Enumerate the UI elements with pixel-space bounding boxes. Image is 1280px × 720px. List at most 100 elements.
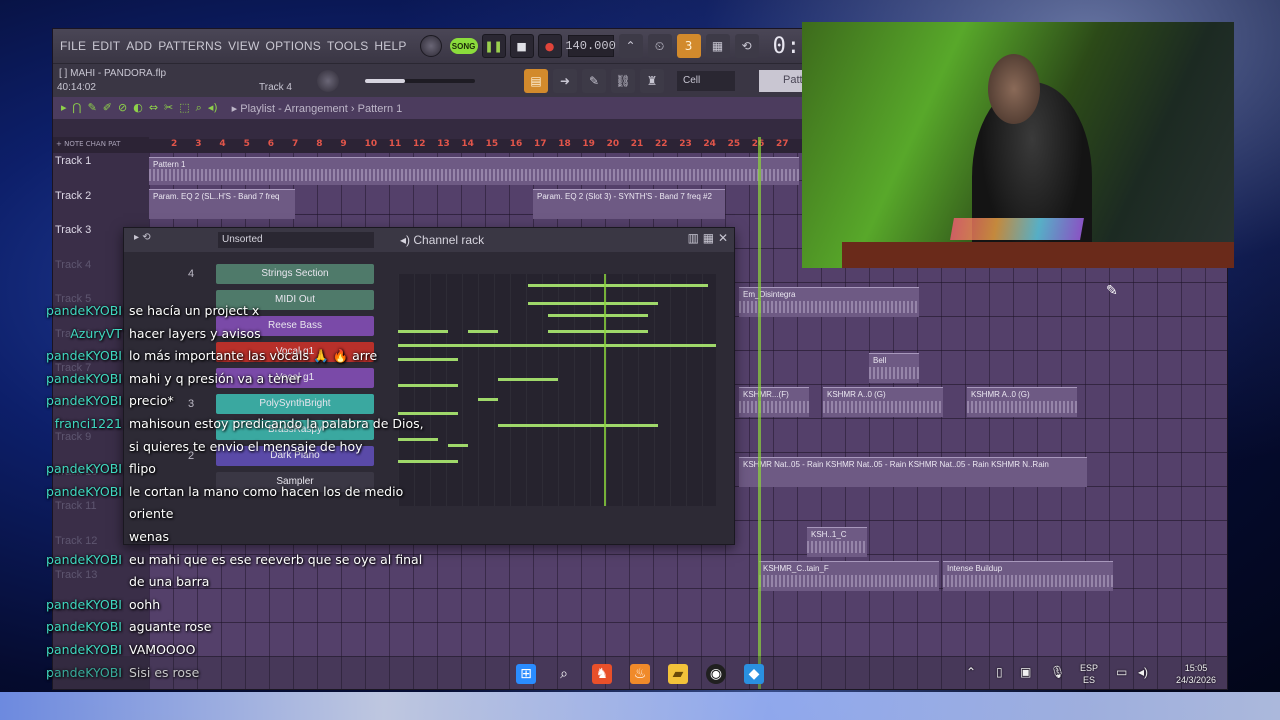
- playback-icon[interactable]: ◂): [208, 101, 218, 115]
- menu-view[interactable]: VIEW: [225, 39, 262, 53]
- link-icon[interactable]: ⛓: [611, 69, 635, 93]
- chat-username: pandeKYOBI: [46, 303, 122, 318]
- plugin-icon[interactable]: ✎: [582, 69, 606, 93]
- tray-mic-icon[interactable]: 🎙: [1050, 666, 1065, 678]
- clip[interactable]: KSHMR A..0 (G): [967, 387, 1077, 417]
- wait-input-icon[interactable]: ⏲: [647, 34, 672, 58]
- tray-app-icon[interactable]: ▣: [1020, 666, 1031, 678]
- clip[interactable]: KSHMR A..0 (G): [823, 387, 943, 417]
- tray-chevron-icon[interactable]: ⌃: [966, 666, 976, 678]
- stop-button[interactable]: ■: [509, 34, 534, 58]
- piano-roll-note: [398, 384, 458, 387]
- project-filename: [ ] MAHI - PANDORA.flp: [59, 68, 167, 79]
- delete-icon[interactable]: ⊘: [118, 101, 127, 115]
- ruler-bar-number: 17: [534, 139, 547, 149]
- flstudio-icon[interactable]: ♨: [630, 664, 650, 684]
- slice-icon[interactable]: ✂: [164, 101, 173, 115]
- countdown-icon[interactable]: 3: [676, 34, 701, 58]
- metronome-icon[interactable]: ⌃: [618, 34, 643, 58]
- chat-username: pandeKYOBI: [46, 461, 122, 477]
- chat-text: oriente: [129, 506, 174, 522]
- channel-filter-select[interactable]: Unsorted: [218, 232, 374, 248]
- clip[interactable]: Param. EQ 2 (Slot 3) - SYNTH'S - Band 7 …: [533, 189, 725, 219]
- channel-mixer-track[interactable]: 3: [188, 398, 194, 410]
- rack-menu-icon[interactable]: ▸ ⟲: [134, 232, 151, 243]
- menu-add[interactable]: ADD: [123, 39, 155, 53]
- pencil-icon[interactable]: ✎: [88, 101, 97, 115]
- menu-options[interactable]: OPTIONS: [263, 39, 324, 53]
- tray-network-icon[interactable]: ▭: [1116, 666, 1127, 678]
- track-label[interactable]: Track 13: [55, 569, 97, 581]
- search-icon[interactable]: ⌕: [554, 664, 574, 684]
- tray-phone-icon[interactable]: ▯: [996, 666, 1003, 678]
- clip[interactable]: KSH..1_C: [807, 527, 867, 557]
- master-pitch-knob[interactable]: [419, 35, 442, 57]
- menu-tools[interactable]: TOOLS: [324, 39, 371, 53]
- step-edit-icon[interactable]: ▦: [705, 34, 730, 58]
- close-icon[interactable]: ▥ ▦ ✕: [688, 231, 728, 245]
- folder-icon[interactable]: ▰: [668, 664, 688, 684]
- ruler-bar-number: 3: [195, 139, 202, 149]
- mute-icon[interactable]: ◐: [133, 101, 143, 115]
- mixer-icon[interactable]: ♜: [640, 69, 664, 93]
- clip[interactable]: Bell: [869, 353, 919, 383]
- track-label[interactable]: Track 11: [55, 500, 97, 512]
- arrow-icon[interactable]: ➜: [553, 69, 577, 93]
- chat-username: pandeKYOBI: [46, 370, 122, 386]
- clip[interactable]: KSHMR...(F): [739, 387, 809, 417]
- chat-username: AzuryVT: [70, 325, 122, 341]
- channel-button[interactable]: Strings Section: [216, 264, 374, 284]
- brush-icon[interactable]: ✐: [103, 101, 112, 115]
- loop-record-icon[interactable]: ⟲: [734, 34, 759, 58]
- clip[interactable]: Param. EQ 2 (SL..H'S - Band 7 freq: [149, 189, 295, 219]
- tempo-display[interactable]: 140.000: [565, 35, 616, 57]
- windows-icon[interactable]: ⊞: [516, 664, 536, 684]
- master-volume-knob[interactable]: [317, 70, 339, 92]
- play-arrow-icon[interactable]: ▸: [61, 101, 67, 115]
- clip[interactable]: Intense Buildup: [943, 561, 1113, 591]
- rgb-keyboard: [950, 218, 1084, 240]
- chat-text: flipo: [129, 461, 156, 477]
- master-volume-slider[interactable]: [365, 79, 475, 83]
- menu-patterns[interactable]: PATTERNS: [155, 39, 225, 53]
- song-mode-toggle[interactable]: SONG: [449, 38, 478, 54]
- pause-button[interactable]: ❚❚: [481, 34, 506, 58]
- clip[interactable]: Em_Disintegra: [739, 287, 919, 317]
- magnet-icon[interactable]: ⋂: [73, 101, 82, 115]
- ruler-bar-number: 2: [171, 139, 178, 149]
- ruler-bar-number: 14: [461, 139, 474, 149]
- system-clock[interactable]: 15:05 24/3/2026: [1176, 662, 1216, 686]
- track-label[interactable]: Track 9: [55, 431, 91, 443]
- track-label[interactable]: Track 2: [55, 190, 91, 202]
- desk: [842, 242, 1234, 268]
- chat-text: si quieres te envio el mensaje de hoy: [129, 438, 363, 454]
- menu-edit[interactable]: EDIT: [89, 39, 123, 53]
- track-label[interactable]: Track 12: [55, 535, 97, 547]
- select-icon[interactable]: ⬚: [179, 101, 189, 115]
- track-label[interactable]: Track 1: [55, 155, 91, 167]
- webcam-overlay: [802, 22, 1234, 268]
- record-button[interactable]: ●: [537, 34, 562, 58]
- playhead[interactable]: [758, 137, 761, 689]
- clip[interactable]: KSHMR_C..tain_F: [759, 561, 939, 591]
- chat-text: mahisoun estoy predicando la palabra de …: [129, 416, 424, 431]
- brave-icon[interactable]: ♞: [592, 664, 612, 684]
- piano-roll-preview[interactable]: [398, 274, 716, 506]
- obs-icon[interactable]: ◉: [706, 664, 726, 684]
- track-label[interactable]: Track 4: [55, 259, 91, 271]
- clip[interactable]: KSHMR Nat..05 - Rain KSHMR Nat..05 - Rai…: [739, 457, 1087, 487]
- playlist-icon[interactable]: ▤: [524, 69, 548, 93]
- app-icon[interactable]: ◆: [744, 664, 764, 684]
- menu-file[interactable]: FILE: [57, 39, 89, 53]
- slip-icon[interactable]: ⇔: [149, 101, 158, 115]
- language-indicator[interactable]: ESP ES: [1080, 662, 1098, 686]
- channel-mixer-track[interactable]: 4: [188, 268, 194, 280]
- menu-help[interactable]: HELP: [371, 39, 409, 53]
- track-label[interactable]: Track 3: [55, 224, 91, 236]
- playlist-tools: ▸ ⋂ ✎ ✐ ⊘ ◐ ⇔ ✂ ⬚ ⌕ ◂): [61, 101, 218, 115]
- zoom-icon[interactable]: ⌕: [196, 101, 202, 115]
- tray-volume-icon[interactable]: ◂): [1138, 666, 1148, 678]
- clip[interactable]: Pattern 1: [149, 157, 799, 185]
- snap-selector[interactable]: Cell: [677, 71, 735, 91]
- channel-button[interactable]: PolySynthBright: [216, 394, 374, 414]
